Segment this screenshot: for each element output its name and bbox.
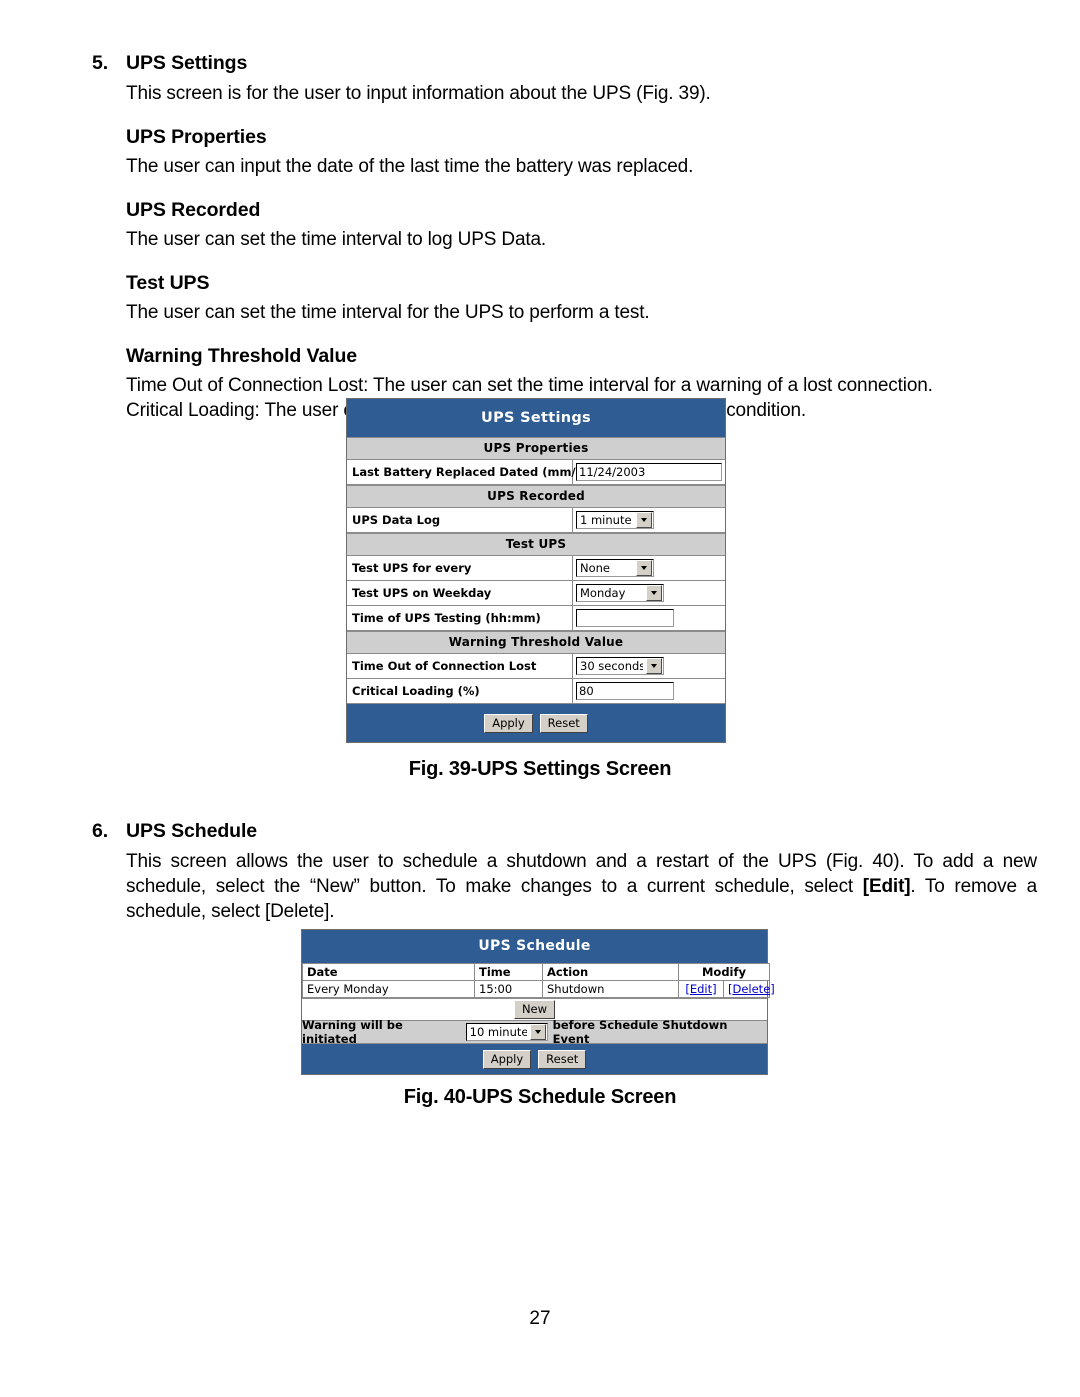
apply-button[interactable]: Apply xyxy=(482,1049,532,1069)
time-of-ups-testing-label: Time of UPS Testing (hh:mm) xyxy=(347,606,573,630)
critical-loading-input[interactable]: 80 xyxy=(576,682,674,700)
chevron-down-icon[interactable] xyxy=(529,1024,546,1040)
time-out-connection-lost-value-cell: 30 seconds xyxy=(573,654,725,678)
ups-data-log-select[interactable]: 1 minute xyxy=(576,511,654,529)
cell-time: 15:00 xyxy=(474,980,543,998)
warning-prefix-label: Warning will be initiated xyxy=(302,1018,403,1046)
reset-button[interactable]: Reset xyxy=(538,1049,587,1069)
row-last-battery-replaced: Last Battery Replaced Dated (mm/dd/yyyy)… xyxy=(347,460,725,485)
warning-threshold-heading: Warning Threshold Value xyxy=(126,345,358,367)
test-ups-section-header: Test UPS xyxy=(347,533,725,556)
table-row: Every Monday 15:00 Shutdown [Edit] [Dele… xyxy=(302,980,775,998)
ups-data-log-value-cell: 1 minute xyxy=(573,508,725,532)
schedule-table: Date Time Action Modify Every Monday 15:… xyxy=(302,963,775,998)
ups-recorded-section-header: UPS Recorded xyxy=(347,485,725,508)
critical-loading-label: Critical Loading (%) xyxy=(347,679,573,703)
test-ups-on-weekday-value-cell: Monday xyxy=(573,581,725,605)
test-ups-for-every-select[interactable]: None xyxy=(576,559,654,577)
row-test-ups-for-every: Test UPS for every None xyxy=(347,556,725,581)
section-6-edit-emphasis: [Edit] xyxy=(862,876,911,897)
time-out-connection-lost-select[interactable]: 30 seconds xyxy=(576,657,664,675)
test-ups-on-weekday-selected-value: Monday xyxy=(580,586,626,600)
new-button[interactable]: New xyxy=(513,1000,556,1019)
warning-lead-time-selected-value: 10 minutes xyxy=(469,1025,527,1039)
ups-properties-text: The user can input the date of the last … xyxy=(126,156,694,177)
time-of-ups-testing-value-cell xyxy=(573,606,725,630)
ups-settings-footer: Apply Reset xyxy=(347,704,725,742)
row-ups-data-log: UPS Data Log 1 minute xyxy=(347,508,725,533)
section-5-number: 5. xyxy=(92,52,109,74)
document-page: 5. UPS Settings This screen is for the u… xyxy=(0,0,1080,1397)
test-ups-text: The user can set the time interval for t… xyxy=(126,302,650,323)
row-time-of-ups-testing: Time of UPS Testing (hh:mm) xyxy=(347,606,725,631)
reset-button[interactable]: Reset xyxy=(539,713,588,733)
column-header-date: Date xyxy=(302,963,475,981)
delete-link[interactable]: [Delete] xyxy=(728,982,775,996)
last-battery-value-cell: 11/24/2003 xyxy=(573,460,725,484)
row-time-out-connection-lost: Time Out of Connection Lost 30 seconds xyxy=(347,654,725,679)
warning-suffix-label: before Schedule Shutdown Event xyxy=(552,1018,728,1046)
warning-lead-time-row: Warning will be initiated 10 minutes bef… xyxy=(302,1018,767,1046)
chevron-down-icon[interactable] xyxy=(646,658,662,674)
column-header-action: Action xyxy=(542,963,679,981)
ups-schedule-screenshot: UPS Schedule Date Time Action Modify Eve… xyxy=(301,929,775,1075)
warning-threshold-line1: Time Out of Connection Lost: The user ca… xyxy=(126,375,933,396)
page-number: 27 xyxy=(529,1308,551,1329)
ups-recorded-text: The user can set the time interval to lo… xyxy=(126,229,547,250)
chevron-down-icon[interactable] xyxy=(636,560,652,576)
test-ups-for-every-value-cell: None xyxy=(573,556,725,580)
last-battery-input[interactable]: 11/24/2003 xyxy=(576,463,722,481)
test-ups-heading: Test UPS xyxy=(126,272,210,294)
edit-link[interactable]: [Edit] xyxy=(685,982,716,996)
apply-button[interactable]: Apply xyxy=(484,713,533,733)
time-out-connection-lost-label: Time Out of Connection Lost xyxy=(347,654,573,678)
cell-edit: [Edit] xyxy=(678,980,724,998)
last-battery-label: Last Battery Replaced Dated (mm/dd/yyyy) xyxy=(347,460,632,484)
figure-39-caption: Fig. 39-UPS Settings Screen xyxy=(408,758,672,780)
ups-settings-screenshot: UPS Settings UPS Properties Last Battery… xyxy=(346,398,726,743)
section-6-heading: 6. UPS Schedule xyxy=(92,820,1037,843)
time-out-connection-lost-selected-value: 30 seconds xyxy=(580,659,643,673)
test-ups-on-weekday-select[interactable]: Monday xyxy=(576,584,664,602)
table-header-row: Date Time Action Modify xyxy=(302,963,770,981)
column-header-time: Time xyxy=(474,963,543,981)
chevron-down-icon[interactable] xyxy=(636,512,652,528)
ups-properties-section-header: UPS Properties xyxy=(347,437,725,460)
row-test-ups-on-weekday: Test UPS on Weekday Monday xyxy=(347,581,725,606)
cell-delete: [Delete] xyxy=(723,980,775,998)
ups-recorded-heading: UPS Recorded xyxy=(126,199,261,221)
ups-settings-title-bar: UPS Settings xyxy=(347,399,725,437)
section-6-number: 6. xyxy=(92,820,109,842)
ups-schedule-title-bar: UPS Schedule xyxy=(302,930,767,963)
test-ups-on-weekday-label: Test UPS on Weekday xyxy=(347,581,573,605)
test-ups-for-every-label: Test UPS for every xyxy=(347,556,573,580)
figure-40-caption: Fig. 40-UPS Schedule Screen xyxy=(403,1086,677,1108)
ups-properties-heading: UPS Properties xyxy=(126,126,267,148)
ups-data-log-selected-value: 1 minute xyxy=(580,513,632,527)
chevron-down-icon[interactable] xyxy=(646,585,662,601)
section-5-title: UPS Settings xyxy=(126,52,248,74)
test-ups-for-every-selected-value: None xyxy=(580,561,611,575)
section-5-heading: 5. UPS Settings xyxy=(92,52,1032,75)
cell-action: Shutdown xyxy=(542,980,679,998)
section-5: 5. UPS Settings This screen is for the u… xyxy=(92,52,1032,423)
warning-threshold-section-header: Warning Threshold Value xyxy=(347,631,725,654)
critical-loading-value-cell: 80 xyxy=(573,679,725,703)
cell-date: Every Monday xyxy=(302,980,475,998)
warning-lead-time-select[interactable]: 10 minutes xyxy=(465,1023,548,1041)
ups-schedule-footer: Apply Reset xyxy=(302,1044,767,1074)
ups-data-log-label: UPS Data Log xyxy=(347,508,573,532)
section-6-title: UPS Schedule xyxy=(126,820,258,842)
section-6: 6. UPS Schedule This screen allows the u… xyxy=(92,820,1037,924)
row-critical-loading: Critical Loading (%) 80 xyxy=(347,679,725,704)
section-5-intro: This screen is for the user to input inf… xyxy=(126,83,711,104)
section-6-body: This screen allows the user to schedule … xyxy=(126,849,1037,924)
column-header-modify: Modify xyxy=(678,963,770,981)
time-of-ups-testing-input[interactable] xyxy=(576,609,674,627)
